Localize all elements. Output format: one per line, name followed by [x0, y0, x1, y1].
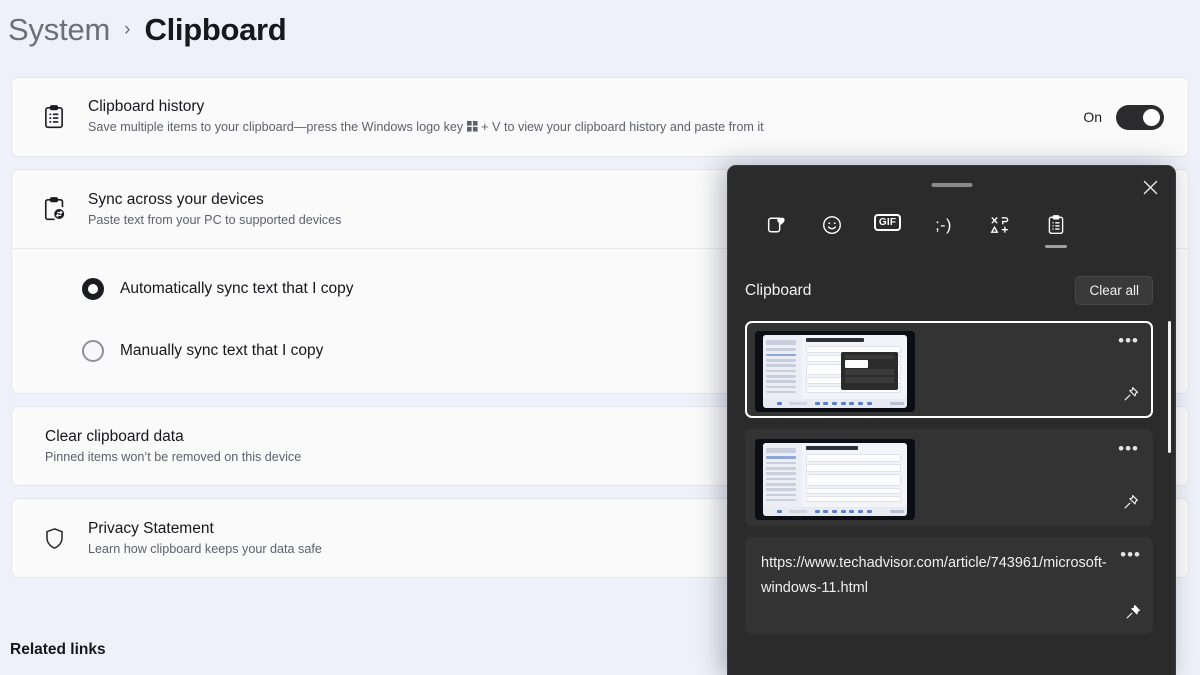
- clipboard-item-screenshot-1[interactable]: •••: [745, 321, 1153, 418]
- shield-icon: [34, 526, 74, 551]
- windows-logo-key-icon: [466, 119, 478, 138]
- tab-recent-stickers[interactable]: [762, 214, 789, 248]
- clipboard-items-list: ••• ••• https://www.techadvisor.com/arti…: [728, 315, 1175, 634]
- flyout-tabs: GIF ;-): [728, 208, 1175, 266]
- toggle-state-label: On: [1083, 109, 1102, 125]
- tab-gif[interactable]: GIF: [873, 214, 902, 243]
- row-text: Clipboard history Save multiple items to…: [74, 96, 1083, 138]
- flyout-scrollbar[interactable]: [1168, 321, 1171, 453]
- pin-icon[interactable]: [1122, 385, 1140, 408]
- flyout-header: Clipboard Clear all: [728, 266, 1175, 315]
- clipboard-item-menu-button[interactable]: •••: [1118, 440, 1139, 457]
- page-title: Clipboard: [144, 12, 287, 47]
- row-title: Clipboard history: [88, 98, 205, 115]
- radio-indicator: [82, 340, 104, 362]
- clipboard-history-toggle[interactable]: [1116, 104, 1164, 130]
- subtitle-part-1: Save multiple items to your clipboard—pr…: [88, 120, 467, 134]
- flyout-titlebar: [728, 166, 1175, 208]
- row-right: On: [1083, 104, 1164, 130]
- tab-clipboard[interactable]: [1042, 214, 1069, 248]
- clipboard-item-menu-button[interactable]: •••: [1118, 332, 1139, 349]
- chevron-right-icon: ›: [124, 19, 131, 40]
- clipboard-item-thumbnail: [755, 331, 915, 412]
- flyout-title: Clipboard: [745, 281, 812, 299]
- radio-label: Automatically sync text that I copy: [120, 280, 354, 297]
- clipboard-item-menu-button[interactable]: •••: [1120, 546, 1141, 563]
- clipboard-item-thumbnail: [755, 439, 915, 520]
- breadcrumb: System › Clipboard: [8, 4, 287, 56]
- subtitle-part-2: + V to view your clipboard history and p…: [477, 120, 764, 134]
- settings-clipboard-page: System › Clipboard Clipboard history Sav…: [0, 0, 1200, 675]
- close-icon[interactable]: [1133, 172, 1167, 202]
- clipboard-flyout-panel: GIF ;-) Clipboard Clear all ••• ••• http…: [727, 165, 1176, 675]
- pin-icon[interactable]: [1124, 603, 1142, 626]
- clipboard-sync-icon: [34, 196, 74, 222]
- related-links-heading: Related links: [10, 641, 106, 658]
- row-subtitle: Save multiple items to your clipboard—pr…: [88, 118, 1083, 138]
- tab-kaomoji[interactable]: ;-): [930, 214, 957, 250]
- radio-label: Manually sync text that I copy: [120, 342, 324, 359]
- drag-handle[interactable]: [931, 183, 972, 187]
- gif-icon: GIF: [873, 214, 902, 231]
- pin-icon[interactable]: [1122, 493, 1140, 516]
- row-clipboard-history[interactable]: Clipboard history Save multiple items to…: [12, 78, 1188, 156]
- toggle-knob: [1143, 108, 1160, 126]
- clipboard-item-text: https://www.techadvisor.com/article/7439…: [761, 555, 1107, 596]
- clear-all-button[interactable]: Clear all: [1075, 276, 1153, 305]
- tab-underline: [1044, 245, 1067, 248]
- radio-indicator: [82, 278, 104, 300]
- kaomoji-icon: ;-): [935, 217, 952, 234]
- card-clipboard-history: Clipboard history Save multiple items to…: [11, 77, 1189, 157]
- clipboard-item-screenshot-2[interactable]: •••: [745, 429, 1153, 526]
- breadcrumb-parent[interactable]: System: [8, 12, 110, 48]
- tab-symbols[interactable]: [986, 214, 1013, 248]
- clipboard-list-icon: [34, 104, 74, 130]
- tab-emoji[interactable]: [818, 214, 845, 248]
- clipboard-item-url[interactable]: https://www.techadvisor.com/article/7439…: [745, 537, 1153, 634]
